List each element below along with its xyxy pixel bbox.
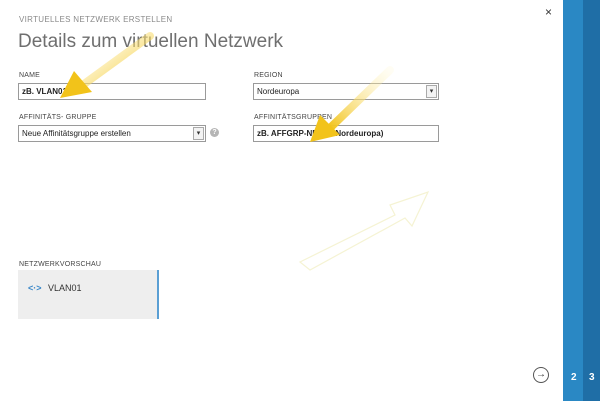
affinity-group-select-value: Neue Affinitätsgruppe erstellen: [22, 129, 131, 138]
step-3-strip[interactable]: [583, 0, 600, 401]
chevron-down-icon[interactable]: ▾: [426, 85, 437, 98]
name-label: NAME: [19, 72, 41, 79]
step-2-strip[interactable]: [563, 0, 583, 401]
create-virtual-network-dialog: VIRTUELLES NETZWERK ERSTELLEN Details zu…: [0, 0, 563, 401]
region-select-value: Nordeuropa: [257, 87, 300, 96]
wizard-step-bar: 2 3: [563, 0, 600, 401]
network-preview-label: NETZWERKVORSCHAU: [19, 261, 102, 268]
affinity-group-select[interactable]: Neue Affinitätsgruppe erstellen ▾: [18, 125, 206, 142]
close-icon[interactable]: ×: [545, 5, 552, 19]
dialog-subtitle: VIRTUELLES NETZWERK ERSTELLEN: [19, 15, 173, 24]
step-2-number[interactable]: 2: [571, 372, 577, 383]
region-label: REGION: [254, 72, 283, 79]
name-input[interactable]: zB. VLAN01: [18, 83, 206, 100]
page-title: Details zum virtuellen Netzwerk: [18, 31, 284, 52]
help-icon[interactable]: ?: [210, 128, 219, 137]
chevron-down-icon[interactable]: ▾: [193, 127, 204, 140]
network-preview-name: VLAN01: [48, 283, 82, 293]
region-select[interactable]: Nordeuropa ▾: [253, 83, 439, 100]
affinity-group-name-label: AFFINITÄTSGRUPPEN: [254, 114, 333, 121]
step-3-number[interactable]: 3: [589, 372, 595, 383]
network-preview: <·> VLAN01: [18, 270, 159, 319]
affinity-group-label: AFFINITÄTS- GRUPPE: [19, 114, 97, 121]
next-button[interactable]: →: [533, 367, 549, 383]
virtual-network-icon: <·>: [28, 283, 42, 293]
affinity-group-name-input[interactable]: zB. AFFGRP-NE (für Nordeuropa): [253, 125, 439, 142]
